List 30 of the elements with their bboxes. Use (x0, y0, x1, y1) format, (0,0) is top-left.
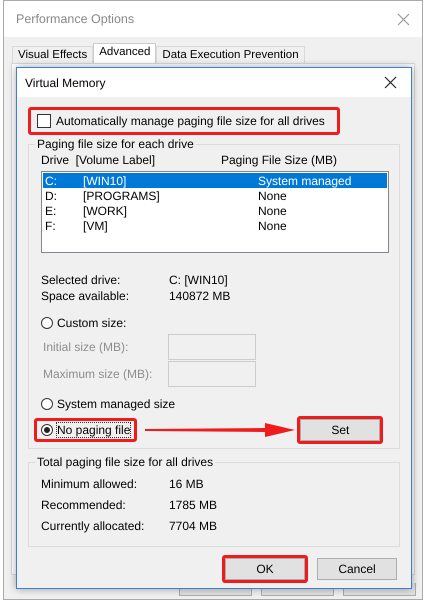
drive-row[interactable]: E: [WORK] None (43, 203, 387, 218)
total-value: 16 MB (169, 476, 204, 490)
dialog-title: Virtual Memory (25, 76, 106, 90)
info-label: Selected drive: (41, 273, 122, 287)
total-label: Recommended: (41, 498, 127, 512)
column-header: Drive [Volume Label] (41, 153, 156, 167)
dialog-button[interactable]: OK (225, 558, 305, 580)
total-value: 1785 MB (169, 498, 218, 512)
radio-label: No paging file (57, 423, 130, 437)
set-button[interactable]: Set (300, 419, 380, 441)
group-title: Paging file size for each drive (36, 137, 195, 151)
column-header: Paging File Size (MB) (221, 153, 338, 167)
checkbox-label: Automatically manage paging file size for all drives (56, 114, 325, 128)
field-label: Maximum size (MB): (43, 367, 154, 381)
info-value: C: [WIN10] (169, 273, 228, 287)
dialog-button[interactable]: Cancel (317, 558, 397, 580)
window-title: Performance Options (16, 12, 134, 26)
drive-row[interactable]: C: [WIN10] System managed (43, 173, 387, 188)
tab[interactable]: Advanced (93, 43, 156, 64)
info-label: Space available: (41, 289, 130, 303)
total-label: Minimum allowed: (41, 476, 138, 490)
radio-label: System managed size (57, 397, 176, 411)
total-value: 7704 MB (169, 518, 218, 532)
drive-row[interactable]: F: [VM] None (43, 218, 387, 233)
drive-row[interactable]: D: [PROGRAMS] None (43, 188, 387, 203)
group-title: Total paging file size for all drives (36, 455, 214, 469)
radio-label: Custom size: (57, 316, 126, 330)
info-value: 140872 MB (169, 289, 230, 303)
field-label: Initial size (MB): (43, 340, 130, 354)
total-label: Currently allocated: (41, 518, 146, 532)
